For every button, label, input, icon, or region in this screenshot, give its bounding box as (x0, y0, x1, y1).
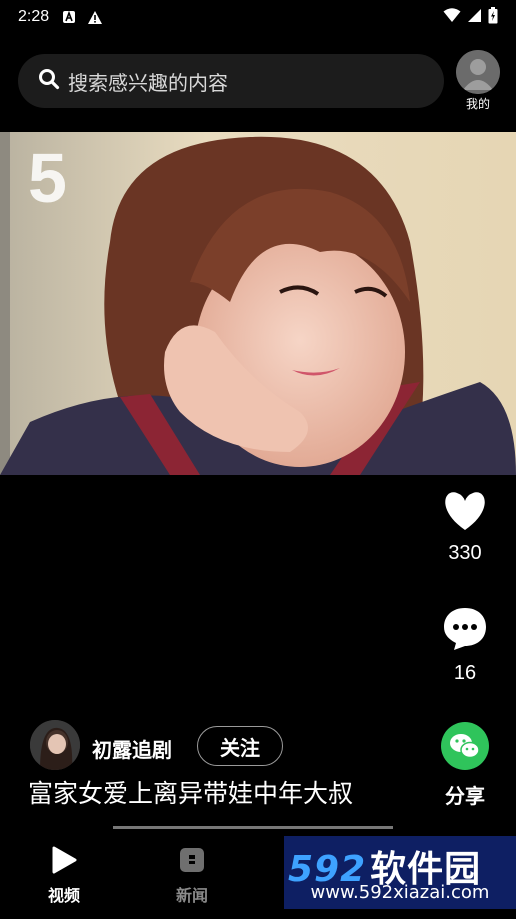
author-name[interactable]: 初露追剧 (92, 734, 172, 763)
user-icon (456, 50, 500, 94)
share-button[interactable]: 分享 (434, 722, 496, 809)
video-player[interactable]: 5 (0, 132, 516, 475)
share-label: 分享 (445, 784, 485, 808)
wechat-icon (441, 722, 489, 770)
wifi-icon (443, 7, 461, 27)
tab-video-label: 视频 (47, 886, 80, 905)
video-caption: 富家女爱上离异带娃中年大叔 (28, 779, 354, 808)
search-icon (38, 68, 60, 94)
profile-label: 我的 (465, 97, 490, 111)
tab-news-label: 新闻 (175, 886, 208, 905)
like-count: 330 (448, 542, 482, 564)
profile-avatar[interactable] (456, 50, 500, 94)
watermark-logo: 592 软件园 www.592xiazai.com (284, 836, 516, 909)
heart-icon (445, 492, 485, 530)
battery-icon (488, 6, 498, 28)
notification-a-icon (61, 9, 77, 25)
video-overlay-number: 5 (28, 139, 67, 217)
comment-icon (444, 608, 486, 650)
comment-button[interactable]: 16 (434, 606, 496, 685)
video-progress-bar[interactable] (113, 826, 393, 829)
search-placeholder: 搜索感兴趣的内容 (68, 70, 228, 95)
signal-icon (467, 8, 482, 27)
tab-video[interactable]: 视频 (32, 846, 96, 906)
warning-icon (87, 9, 103, 25)
author-avatar[interactable] (30, 720, 80, 770)
status-time: 2:28 (18, 8, 50, 25)
watermark-url: www.592xiazai.com (310, 882, 490, 903)
news-icon (180, 848, 204, 872)
video-frame-image: 5 (0, 132, 516, 475)
comment-count: 16 (453, 662, 477, 684)
follow-button[interactable]: 关注 (197, 726, 283, 766)
tab-news[interactable]: 新闻 (160, 846, 224, 906)
like-button[interactable]: 330 (434, 490, 496, 565)
play-icon (52, 846, 77, 874)
status-bar: 2:28 (0, 0, 516, 34)
search-bar[interactable]: 搜索感兴趣的内容 (18, 54, 444, 108)
